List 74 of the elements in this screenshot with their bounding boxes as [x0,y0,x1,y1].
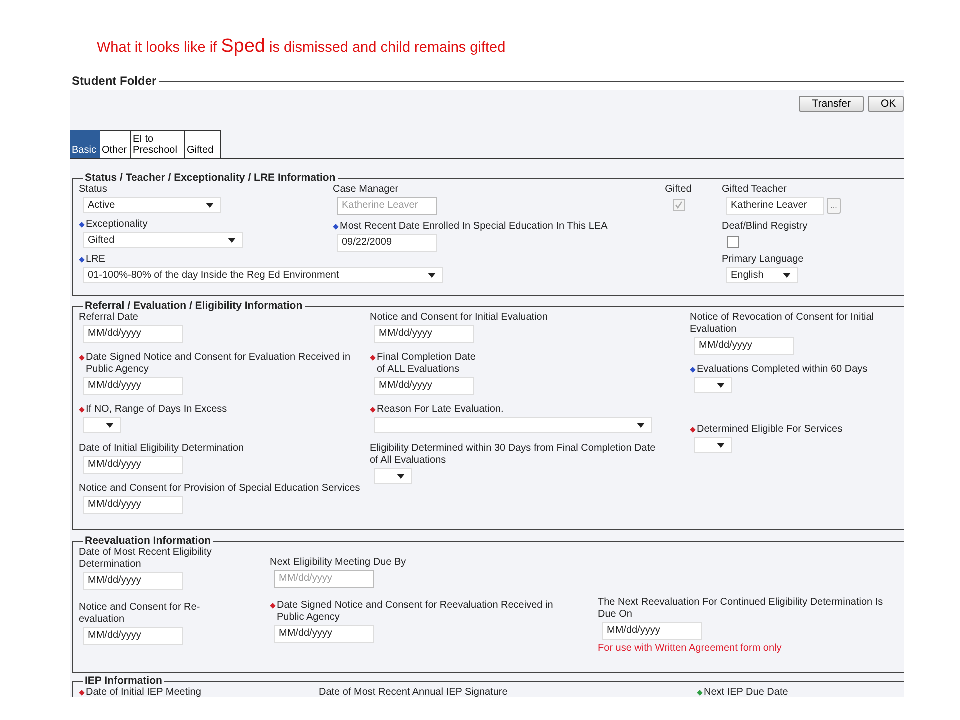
field-label: If NO, Range of Days In Excess [86,404,228,416]
field-label: Date Signed Notice and Consent for Reevaluation Received in Public Agency [277,600,554,624]
section-title: Status / Teacher / Exceptionality / LRE Information [84,172,337,184]
date-field[interactable]: MM/dd/yyyy [374,377,474,395]
field-label: Notice and Consent for Initial Evaluation [370,312,548,324]
field-label: Date of Most Recent Eligibility Determination [79,547,213,571]
caret-icon [228,238,236,242]
caret-icon [717,442,725,448]
date-field[interactable]: MM/dd/yyyy [83,377,183,395]
teacher-field[interactable]: Katherine Leaver [726,197,824,215]
field-label: Exceptionality [86,219,148,231]
field-note: For use with Written Agreement form only [598,643,783,654]
dropdown[interactable]: Active [83,197,221,213]
field-label: Next IEP Due Date [704,687,788,697]
window-title: Student Folder [71,73,157,89]
field-label: Final Completion Date of ALL Evaluations [377,352,477,376]
field-label: Deaf/Blind Registry [722,221,808,233]
dropdown[interactable] [83,417,121,433]
date-field[interactable]: MM/dd/yyyy [694,337,794,355]
browse-button[interactable]: ... [827,198,841,214]
ok-button[interactable]: OK [868,96,904,112]
caret-icon [783,272,791,278]
field-label: Case Manager [333,184,399,196]
field-label: LRE [86,254,106,266]
dropdown[interactable] [374,468,412,484]
date-field[interactable]: MM/dd/yyyy [83,627,183,645]
date-field[interactable]: MM/dd/yyyy [83,572,183,590]
field-label: Next Eligibility Meeting Due By [270,557,406,569]
caret-icon [717,382,725,388]
tab[interactable]: Other [100,130,131,158]
caret-icon [106,422,114,428]
field-label: The Next Reevaluation For Continued Eligibility Determination Is Due On [598,597,884,621]
date-field[interactable]: MM/dd/yyyy [274,625,374,643]
checkbox[interactable] [727,236,739,248]
field-label: Notice and Consent for Provision of Special Education Services [79,483,360,495]
field-label: Date of Initial Eligibility Determination [79,443,244,455]
field-label: Most Recent Date Enrolled In Special Education In This LEA [340,221,608,233]
tab[interactable]: Basic [70,130,100,158]
field-label: Status [79,184,108,196]
caret-icon [206,202,214,208]
tab[interactable]: EI to Preschool [131,130,185,158]
date-field[interactable]: 09/22/2009 [337,234,437,252]
date-field[interactable]: MM/dd/yyyy [83,325,183,343]
date-field[interactable]: MM/dd/yyyy [83,496,183,514]
date-field[interactable]: MM/dd/yyyy [374,325,474,343]
section-title: IEP Information [84,675,164,687]
date-field[interactable]: MM/dd/yyyy [83,456,183,474]
transfer-button[interactable]: Transfer [799,96,864,112]
caret-icon [397,474,405,478]
field-label: Evaluations Completed within 60 Days [697,364,868,376]
field-label: Date of Initial IEP Meeting [86,687,202,697]
caret-icon [637,422,645,428]
field-label: Determined Eligible For Services [697,424,843,436]
field-label: Date Signed Notice and Consent for Evaluation Received in Public Agency [86,352,352,376]
field-label: Notice and Consent for Re-evaluation [79,602,202,626]
tab[interactable]: Gifted [185,130,221,158]
dropdown[interactable]: Gifted [83,232,243,248]
field-label: Referral Date [79,312,138,324]
field-label: Gifted Teacher [722,184,787,196]
field-label: Gifted [665,184,692,196]
dropdown[interactable]: English [726,267,798,283]
date-field[interactable]: MM/dd/yyyy [602,622,702,640]
section-title: Referral / Evaluation / Eligibility Information [84,300,304,312]
dropdown[interactable] [694,377,732,393]
field-label: Eligibility Determined within 30 Days from Final Completion Date of All Evaluations [370,443,657,467]
caret-icon [428,272,436,278]
dropdown[interactable]: 01-100%-80% of the day Inside the Reg Ed Environment [83,267,443,283]
field-label: Reason For Late Evaluation. [377,404,504,416]
field-label: Notice of Revocation of Consent for Initial Evaluation [690,312,875,336]
dropdown[interactable] [694,437,732,453]
slide-caption: What it looks like if Sped is dismissed and child remains gifted [97,36,506,58]
section-title: Reevaluation Information [84,535,212,547]
field-label: Date of Most Recent Annual IEP Signature [319,687,508,697]
field-label: Primary Language [722,254,804,266]
